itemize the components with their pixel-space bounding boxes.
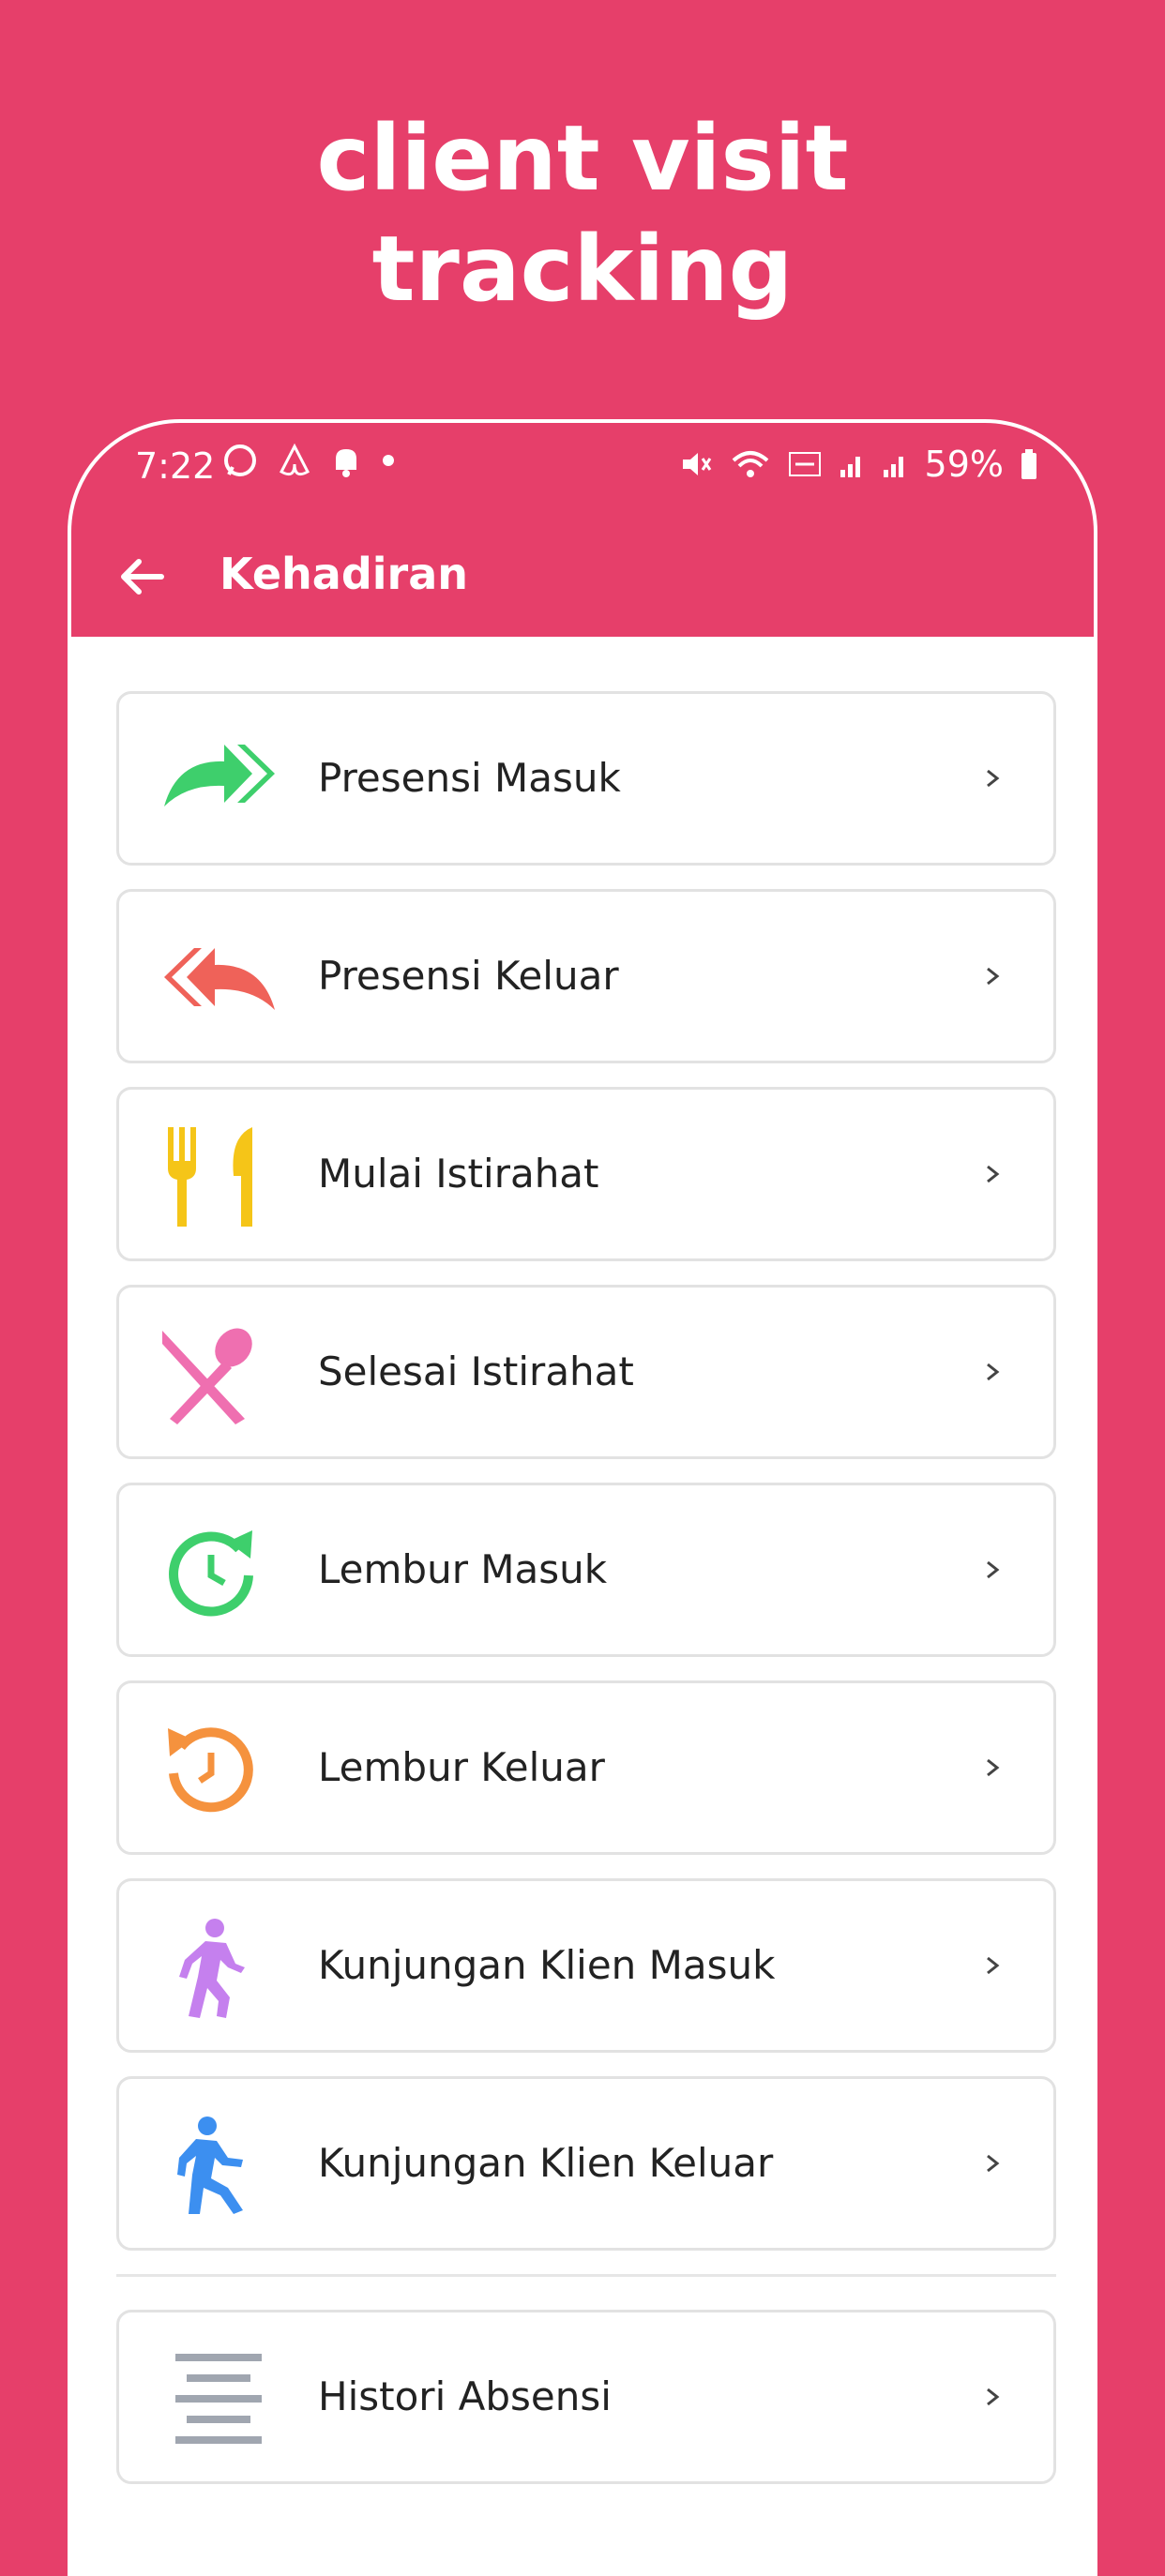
page-title: Kehadiran: [219, 549, 468, 599]
chevron-right-icon: [987, 1363, 1000, 1381]
menu-item-kunjungan-klien-masuk[interactable]: Kunjungan Klien Masuk: [116, 1878, 1056, 2053]
forward-arrows-icon: [164, 745, 275, 806]
volte-icon: [788, 452, 821, 476]
dot-icon: [383, 455, 394, 466]
menu-item-lembur-keluar[interactable]: Lembur Keluar: [116, 1680, 1056, 1855]
chevron-right-icon: [987, 2154, 1000, 2173]
clock-history-icon: [168, 1727, 253, 1813]
menu-item-label: Presensi Masuk: [318, 755, 621, 801]
promo-title: client visit tracking: [0, 103, 1165, 324]
menu-item-kunjungan-klien-keluar[interactable]: Kunjungan Klien Keluar: [116, 2076, 1056, 2251]
chevron-right-icon: [987, 1560, 1000, 1579]
menu-item-mulai-istirahat[interactable]: Mulai Istirahat: [116, 1087, 1056, 1261]
wifi-icon: [732, 451, 768, 477]
back-arrow-icon[interactable]: [113, 547, 173, 607]
menu-item-label: Lembur Keluar: [318, 1744, 605, 1790]
menu-item-label: Histori Absensi: [318, 2373, 612, 2419]
app-bar: Kehadiran: [71, 517, 1094, 637]
chevron-right-icon: [987, 1758, 1000, 1777]
divider: [116, 2274, 1056, 2277]
clock-forward-icon: [169, 1530, 253, 1617]
running-person-icon: [177, 2117, 243, 2214]
status-time: 7:22: [135, 445, 216, 487]
battery-percent: 59%: [924, 444, 1004, 485]
menu-item-label: Presensi Keluar: [318, 953, 619, 999]
mute-icon: [682, 453, 711, 475]
signal-icon-2: [883, 457, 903, 477]
airbnb-icon: [280, 443, 310, 476]
promo-title-line1: client visit: [316, 106, 849, 211]
chevron-right-icon: [987, 769, 1000, 788]
reply-arrows-icon: [164, 948, 275, 1010]
battery-icon: [1021, 449, 1036, 479]
menu-item-lembur-masuk[interactable]: Lembur Masuk: [116, 1483, 1056, 1657]
promo-title-line2: tracking: [371, 217, 794, 322]
lines-list-icon: [175, 2354, 262, 2444]
chevron-right-icon: [987, 1165, 1000, 1183]
menu-item-presensi-keluar[interactable]: Presensi Keluar: [116, 889, 1056, 1063]
menu-item-label: Mulai Istirahat: [318, 1151, 599, 1197]
phone-frame: 7:22 59% Kehadiran Presensi Masuk Presen…: [68, 419, 1097, 2576]
whatsapp-icon: [224, 444, 256, 476]
menu-list: Presensi Masuk Presensi Keluar Mulai Ist…: [116, 691, 1056, 2508]
crossed-utensils-icon: [162, 1328, 252, 1424]
menu-item-presensi-masuk[interactable]: Presensi Masuk: [116, 691, 1056, 866]
fork-knife-icon: [168, 1127, 252, 1227]
chevron-right-icon: [987, 967, 1000, 986]
signal-icon: [840, 457, 860, 477]
menu-item-label: Kunjungan Klien Masuk: [318, 1942, 776, 1988]
bell-icon: [336, 449, 356, 477]
chevron-right-icon: [987, 1956, 1000, 1975]
menu-item-histori-absensi[interactable]: Histori Absensi: [116, 2310, 1056, 2484]
menu-item-selesai-istirahat[interactable]: Selesai Istirahat: [116, 1285, 1056, 1459]
status-bar: 7:22 59%: [71, 423, 1094, 517]
chevron-right-icon: [987, 2388, 1000, 2406]
menu-item-label: Selesai Istirahat: [318, 1348, 634, 1394]
menu-item-label: Lembur Masuk: [318, 1546, 608, 1592]
walking-person-icon: [179, 1919, 245, 2018]
menu-item-label: Kunjungan Klien Keluar: [318, 2140, 774, 2186]
